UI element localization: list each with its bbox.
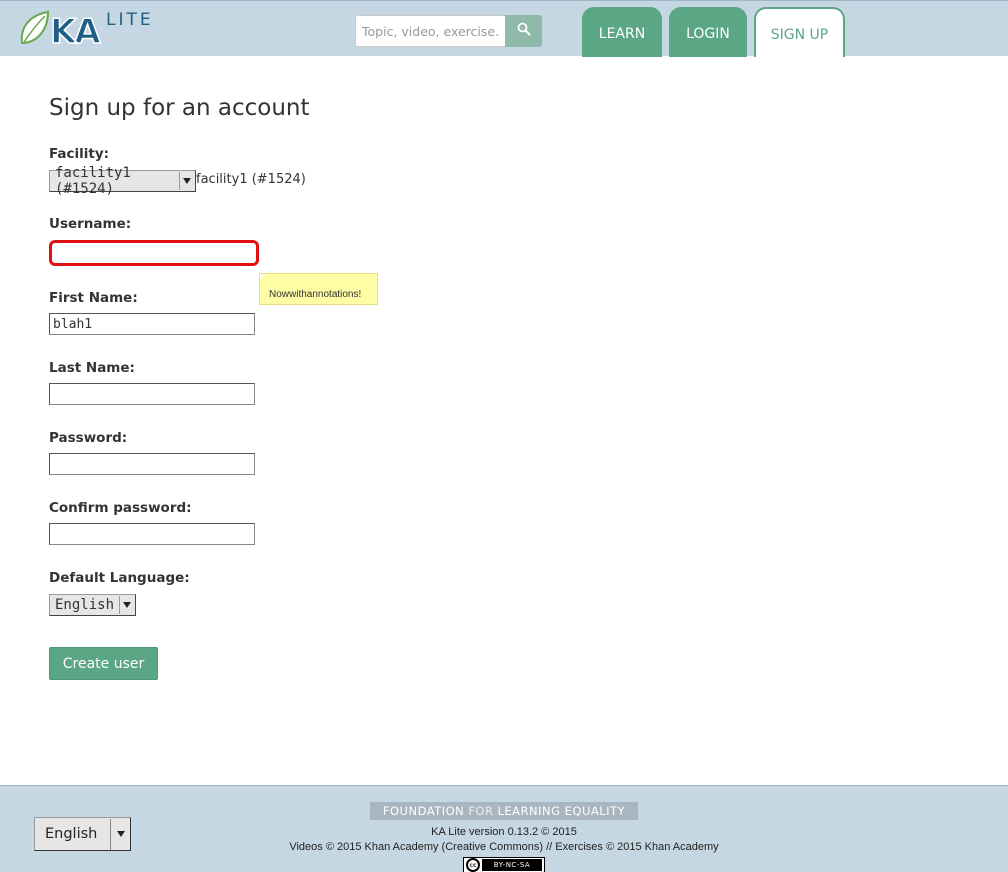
first-name-input[interactable]	[49, 313, 255, 335]
confirm-password-label: Confirm password:	[49, 500, 192, 516]
tooltip-corner	[260, 274, 266, 280]
nav-tab-learn[interactable]: LEARN	[582, 7, 662, 57]
search-input[interactable]	[355, 15, 505, 47]
fle-banner-middle: FOR	[468, 804, 494, 818]
credits-text: Videos © 2015 Khan Academy (Creative Com…	[289, 841, 719, 853]
default-language-value: English	[55, 597, 115, 613]
cc-icon: cc	[466, 858, 480, 872]
footer: English FOUNDATION FOR LEARNING EQUALITY…	[0, 785, 1008, 872]
fle-banner-left: FOUNDATION	[382, 804, 465, 818]
facility-display-text: facility1 (#1524)	[196, 172, 306, 187]
header: KA LITE LEARN LOGIN SIGN UP	[0, 0, 1008, 57]
password-label: Password:	[49, 430, 128, 446]
tooltip-text: Nowwithannotations!	[269, 289, 362, 300]
nav-tab-login[interactable]: LOGIN	[669, 7, 747, 57]
chevron-down-icon	[119, 596, 134, 614]
last-name-label: Last Name:	[49, 360, 135, 376]
search-icon	[517, 22, 531, 41]
cc-license-text: BY-NC-SA	[482, 859, 542, 871]
username-label: Username:	[49, 216, 132, 232]
svg-text:LITE: LITE	[106, 10, 154, 30]
confirm-password-input[interactable]	[49, 523, 255, 545]
annotation-tooltip: Nowwithannotations!	[259, 273, 378, 305]
password-input[interactable]	[49, 453, 255, 475]
default-language-select[interactable]: English	[49, 594, 136, 616]
search-button[interactable]	[505, 15, 542, 47]
facility-label: Facility:	[49, 146, 110, 162]
default-language-label: Default Language:	[49, 570, 190, 586]
page-title: Sign up for an account	[49, 95, 310, 121]
nav-tab-signup[interactable]: SIGN UP	[754, 7, 845, 57]
ka-lite-logo[interactable]: KA LITE	[18, 9, 163, 53]
svg-text:KA: KA	[50, 12, 101, 47]
chevron-down-icon	[178, 172, 194, 190]
facility-select[interactable]: facility1 (#1524)	[49, 165, 196, 197]
last-name-input[interactable]	[49, 383, 255, 405]
fle-logo-link[interactable]: FOUNDATION FOR LEARNING EQUALITY	[370, 802, 638, 820]
version-text: KA Lite version 0.13.2 © 2015	[431, 826, 577, 838]
cc-license-badge[interactable]: cc BY-NC-SA	[463, 857, 545, 872]
facility-select-value: facility1 (#1524)	[55, 165, 131, 197]
fle-banner-right: LEARNING EQUALITY	[497, 804, 626, 818]
username-input[interactable]	[49, 240, 259, 266]
create-user-button[interactable]: Create user	[49, 647, 158, 680]
first-name-label: First Name:	[49, 290, 138, 306]
